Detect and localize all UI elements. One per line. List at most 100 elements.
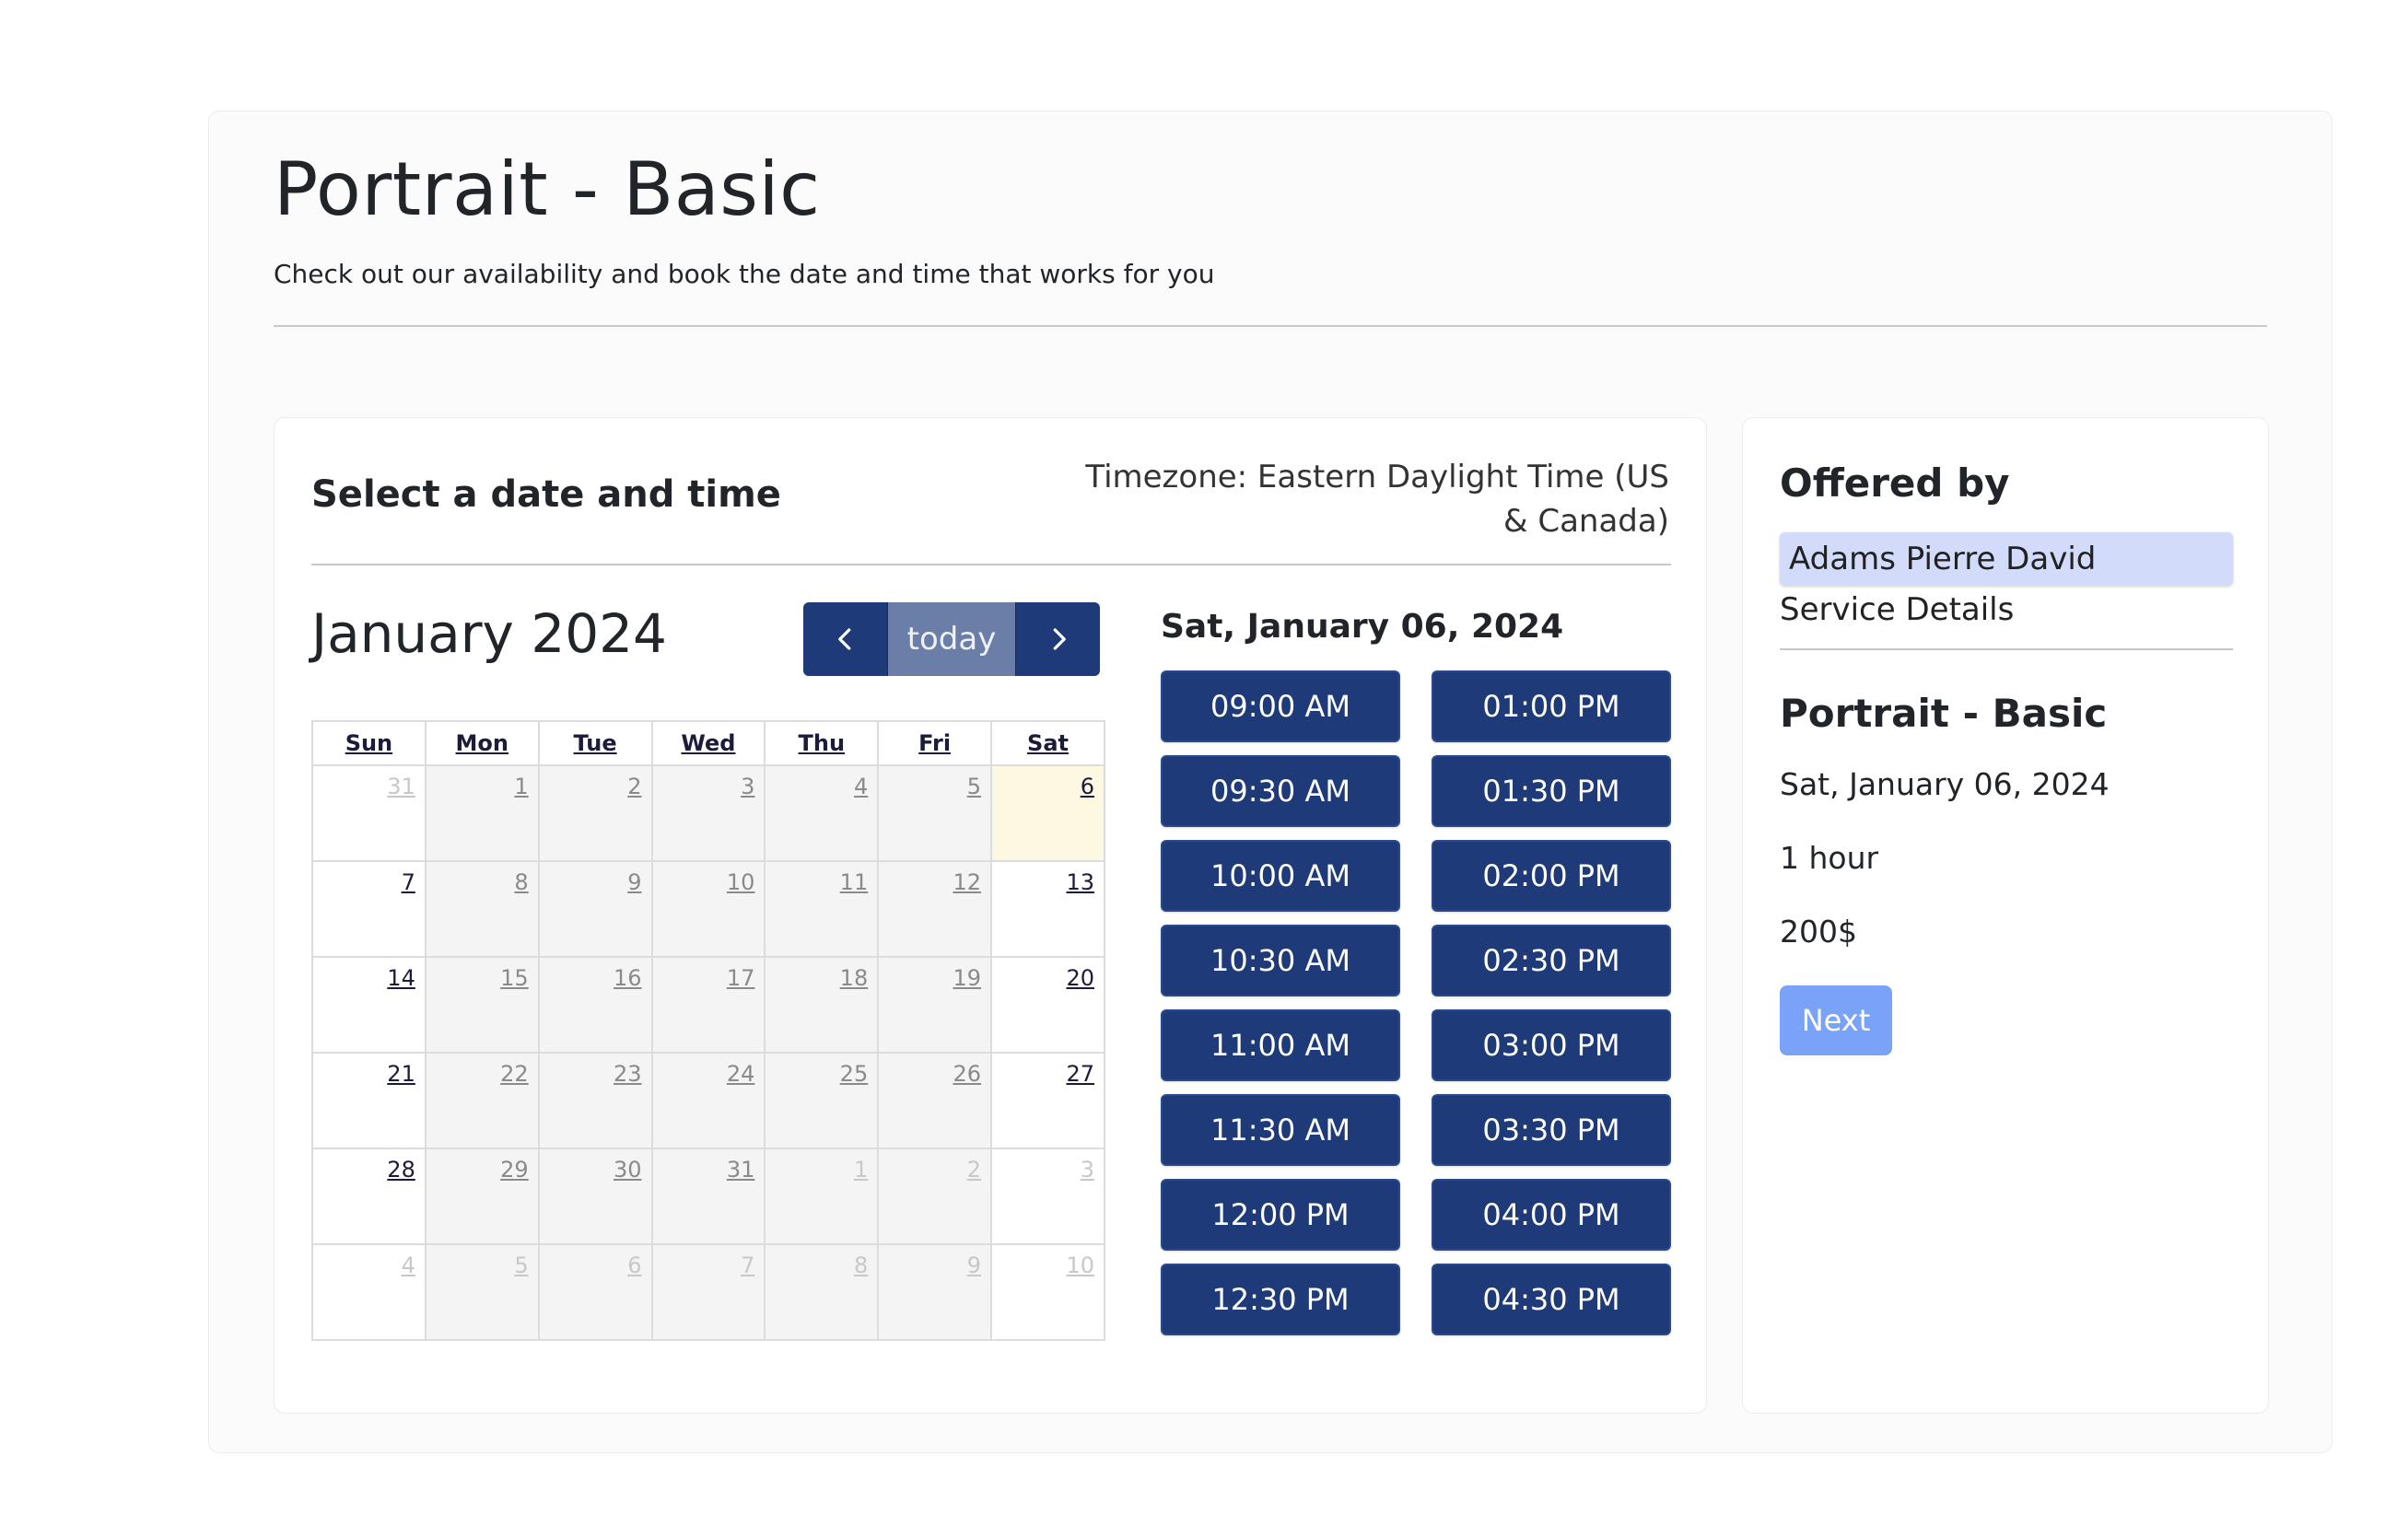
calendar-day-cell[interactable]: 30 xyxy=(537,1148,653,1245)
calendar-day-number: 22 xyxy=(500,1061,529,1087)
chevron-right-icon xyxy=(1053,628,1066,650)
calendar-day-cell[interactable]: 9 xyxy=(537,860,653,958)
calendar-day-cell[interactable]: 18 xyxy=(764,956,880,1054)
calendar-day-cell[interactable]: 6 xyxy=(990,764,1105,862)
calendar-day-number: 1 xyxy=(853,1157,869,1183)
calendar-day-cell[interactable]: 25 xyxy=(764,1052,880,1149)
calendar-day-number: 31 xyxy=(387,774,415,799)
calendar-day-cell[interactable]: 1 xyxy=(424,764,540,862)
calendar-day-cell[interactable]: 5 xyxy=(424,1243,540,1341)
calendar-day-cell[interactable]: 1 xyxy=(764,1148,880,1245)
calendar-day-cell[interactable]: 2 xyxy=(537,764,653,862)
service-details-label[interactable]: Service Details xyxy=(1780,591,2014,628)
calendar-day-cell[interactable]: 10 xyxy=(990,1243,1105,1341)
calendar-day-number: 24 xyxy=(726,1061,755,1087)
calendar-day-number: 13 xyxy=(1066,869,1094,895)
calendar-day-cell[interactable]: 9 xyxy=(877,1243,993,1341)
next-button[interactable]: Next xyxy=(1780,985,1892,1055)
time-slot-button[interactable]: 02:30 PM xyxy=(1432,925,1671,996)
summary-date: Sat, January 06, 2024 xyxy=(1780,766,2110,802)
calendar-day-cell[interactable]: 6 xyxy=(537,1243,653,1341)
weekday-header-row: Sun Mon Tue Wed Thu Fri Sat xyxy=(311,720,1105,766)
time-slot-button[interactable]: 11:30 AM xyxy=(1161,1094,1400,1166)
calendar-day-cell[interactable]: 8 xyxy=(424,860,540,958)
time-slot-button[interactable]: 02:00 PM xyxy=(1432,840,1671,912)
calendar-day-cell[interactable]: 7 xyxy=(650,1243,766,1341)
calendar-day-cell[interactable]: 26 xyxy=(877,1052,993,1149)
time-slot-button[interactable]: 03:30 PM xyxy=(1432,1094,1671,1166)
calendar-day-cell[interactable]: 22 xyxy=(424,1052,540,1149)
time-slot-button[interactable]: 09:00 AM xyxy=(1161,670,1400,742)
calendar-day-number: 6 xyxy=(1080,774,1094,799)
summary-divider xyxy=(1780,648,2233,650)
calendar-day-number: 26 xyxy=(953,1061,982,1087)
calendar-week-row: 7 8 9 10 11 12 13 xyxy=(311,860,1105,958)
calendar-day-number: 8 xyxy=(853,1253,869,1278)
calendar-day-number: 25 xyxy=(839,1061,869,1087)
calendar-day-cell[interactable]: 31 xyxy=(650,1148,766,1245)
weekday-header: Thu xyxy=(764,720,880,766)
calendar-day-number: 10 xyxy=(726,869,755,895)
calendar-day-cell[interactable]: 8 xyxy=(764,1243,880,1341)
time-slot-button[interactable]: 04:30 PM xyxy=(1432,1264,1671,1335)
calendar-day-cell[interactable]: 20 xyxy=(990,956,1105,1054)
calendar-day-number: 5 xyxy=(966,774,982,799)
calendar-day-cell[interactable]: 23 xyxy=(537,1052,653,1149)
offered-by-heading: Offered by xyxy=(1780,460,2010,506)
calendar-day-number: 15 xyxy=(500,965,529,991)
calendar-day-cell[interactable]: 3 xyxy=(650,764,766,862)
calendar-day-cell[interactable]: 13 xyxy=(990,860,1105,958)
time-slot-grid: 09:00 AM 01:00 PM 09:30 AM 01:30 PM 10:00 AM… xyxy=(1161,670,1671,1335)
calendar-day-cell[interactable]: 4 xyxy=(311,1243,427,1341)
calendar-day-cell[interactable]: 14 xyxy=(311,956,427,1054)
time-slot-button[interactable]: 12:00 PM xyxy=(1161,1179,1400,1251)
calendar-day-cell[interactable]: 10 xyxy=(650,860,766,958)
calendar-day-cell[interactable]: 12 xyxy=(877,860,993,958)
page-subtitle: Check out our availability and book the … xyxy=(274,259,1215,289)
time-slot-button[interactable]: 01:00 PM xyxy=(1432,670,1671,742)
next-month-button[interactable] xyxy=(1015,602,1100,676)
calendar-day-number: 16 xyxy=(613,965,642,991)
calendar-day-cell[interactable]: 24 xyxy=(650,1052,766,1149)
calendar-nav: today xyxy=(803,602,1100,676)
calendar-day-cell[interactable]: 2 xyxy=(877,1148,993,1245)
calendar-day-cell[interactable]: 16 xyxy=(537,956,653,1054)
time-slot-button[interactable]: 11:00 AM xyxy=(1161,1009,1400,1081)
provider-option[interactable]: Adams Pierre David xyxy=(1780,532,2233,586)
time-slot-button[interactable]: 10:00 AM xyxy=(1161,840,1400,912)
calendar-day-number: 2 xyxy=(966,1157,982,1183)
calendar-day-number: 3 xyxy=(1080,1157,1094,1183)
month-title: January 2024 xyxy=(311,602,667,665)
calendar-card: Select a date and time Timezone: Eastern… xyxy=(274,417,1707,1414)
calendar-day-cell[interactable]: 31 xyxy=(311,764,427,862)
calendar-day-cell[interactable]: 28 xyxy=(311,1148,427,1245)
calendar-day-cell[interactable]: 27 xyxy=(990,1052,1105,1149)
calendar-day-number: 19 xyxy=(953,965,982,991)
calendar-day-number: 6 xyxy=(627,1253,642,1278)
calendar-day-cell[interactable]: 7 xyxy=(311,860,427,958)
time-slot-button[interactable]: 10:30 AM xyxy=(1161,925,1400,996)
timezone-label: Timezone: Eastern Daylight Time (US & Ca… xyxy=(1085,459,1669,540)
time-slot-button[interactable]: 12:30 PM xyxy=(1161,1264,1400,1335)
prev-month-button[interactable] xyxy=(803,602,888,676)
calendar-day-cell[interactable]: 5 xyxy=(877,764,993,862)
today-button[interactable]: today xyxy=(888,602,1015,676)
calendar-day-cell[interactable]: 17 xyxy=(650,956,766,1054)
calendar-day-cell[interactable]: 11 xyxy=(764,860,880,958)
calendar-day-cell[interactable]: 3 xyxy=(990,1148,1105,1245)
calendar-day-number: 8 xyxy=(514,869,529,895)
time-slot-button[interactable]: 04:00 PM xyxy=(1432,1179,1671,1251)
calendar-day-cell[interactable]: 21 xyxy=(311,1052,427,1149)
calendar-day-cell[interactable]: 29 xyxy=(424,1148,540,1245)
time-slot-button[interactable]: 03:00 PM xyxy=(1432,1009,1671,1081)
calendar-day-number: 9 xyxy=(627,869,642,895)
summary-price: 200$ xyxy=(1780,914,1857,950)
time-slot-button[interactable]: 09:30 AM xyxy=(1161,755,1400,827)
time-slot-button[interactable]: 01:30 PM xyxy=(1432,755,1671,827)
calendar-day-number: 5 xyxy=(514,1253,529,1278)
calendar-day-cell[interactable]: 4 xyxy=(764,764,880,862)
calendar-day-cell[interactable]: 19 xyxy=(877,956,993,1054)
calendar-day-cell[interactable]: 15 xyxy=(424,956,540,1054)
summary-service-title: Portrait - Basic xyxy=(1780,691,2108,736)
calendar-day-number: 7 xyxy=(741,1253,755,1278)
